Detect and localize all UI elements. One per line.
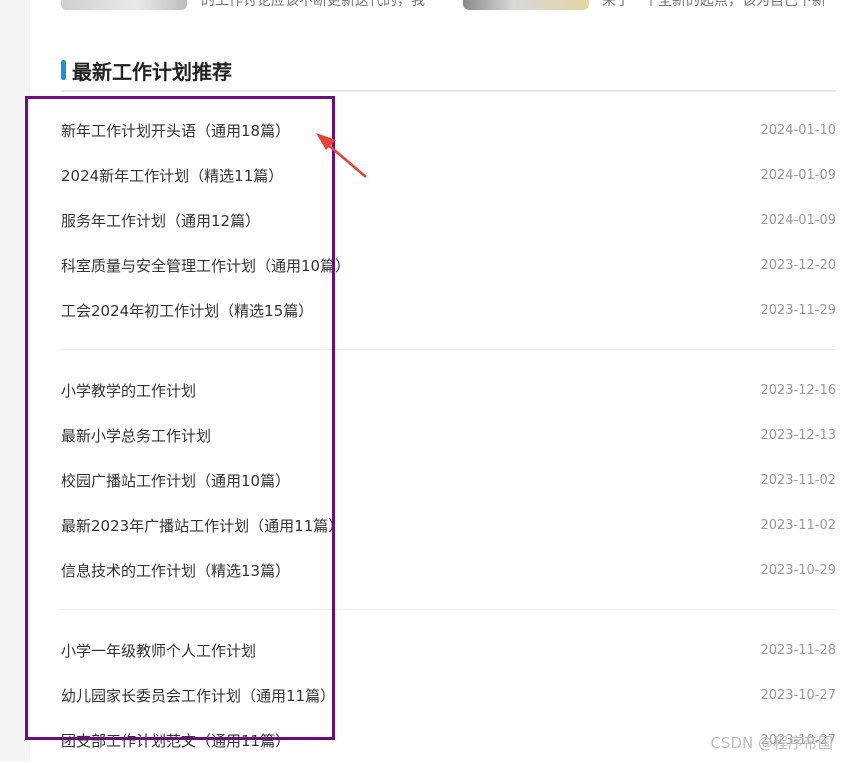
article-date: 2023-11-02 [760, 473, 836, 488]
top-card-thumbnail[interactable] [61, 0, 187, 10]
article-date: 2024-01-09 [760, 168, 836, 183]
top-card-snippet[interactable]: 来了一个全新的起点，该为自己下新 [602, 0, 826, 10]
top-card-thumbnail[interactable] [463, 0, 589, 10]
article-date: 2024-01-10 [760, 123, 836, 138]
article-date: 2023-12-13 [760, 428, 836, 443]
article-date: 2024-01-09 [760, 213, 836, 228]
section-accent-bar [61, 60, 66, 80]
annotation-highlight-box [25, 96, 335, 740]
article-date: 2023-11-28 [760, 643, 836, 658]
top-card-strip: 的工作讨论应该不断更新迭代的，我 来了一个全新的起点，该为自己下新 [30, 0, 845, 12]
section-divider [61, 90, 836, 92]
article-date: 2023-10-27 [760, 688, 836, 703]
section-header: 最新工作计划推荐 [61, 56, 232, 84]
article-date: 2023-12-20 [760, 258, 836, 273]
section-title: 最新工作计划推荐 [72, 59, 232, 84]
top-card-snippet[interactable]: 的工作讨论应该不断更新迭代的，我 [201, 0, 425, 10]
watermark: CSDN @程序帝国 [710, 734, 833, 752]
article-date: 2023-10-29 [760, 563, 836, 578]
article-date: 2023-12-16 [760, 383, 836, 398]
article-date: 2023-11-29 [760, 303, 836, 318]
article-date: 2023-11-02 [760, 518, 836, 533]
